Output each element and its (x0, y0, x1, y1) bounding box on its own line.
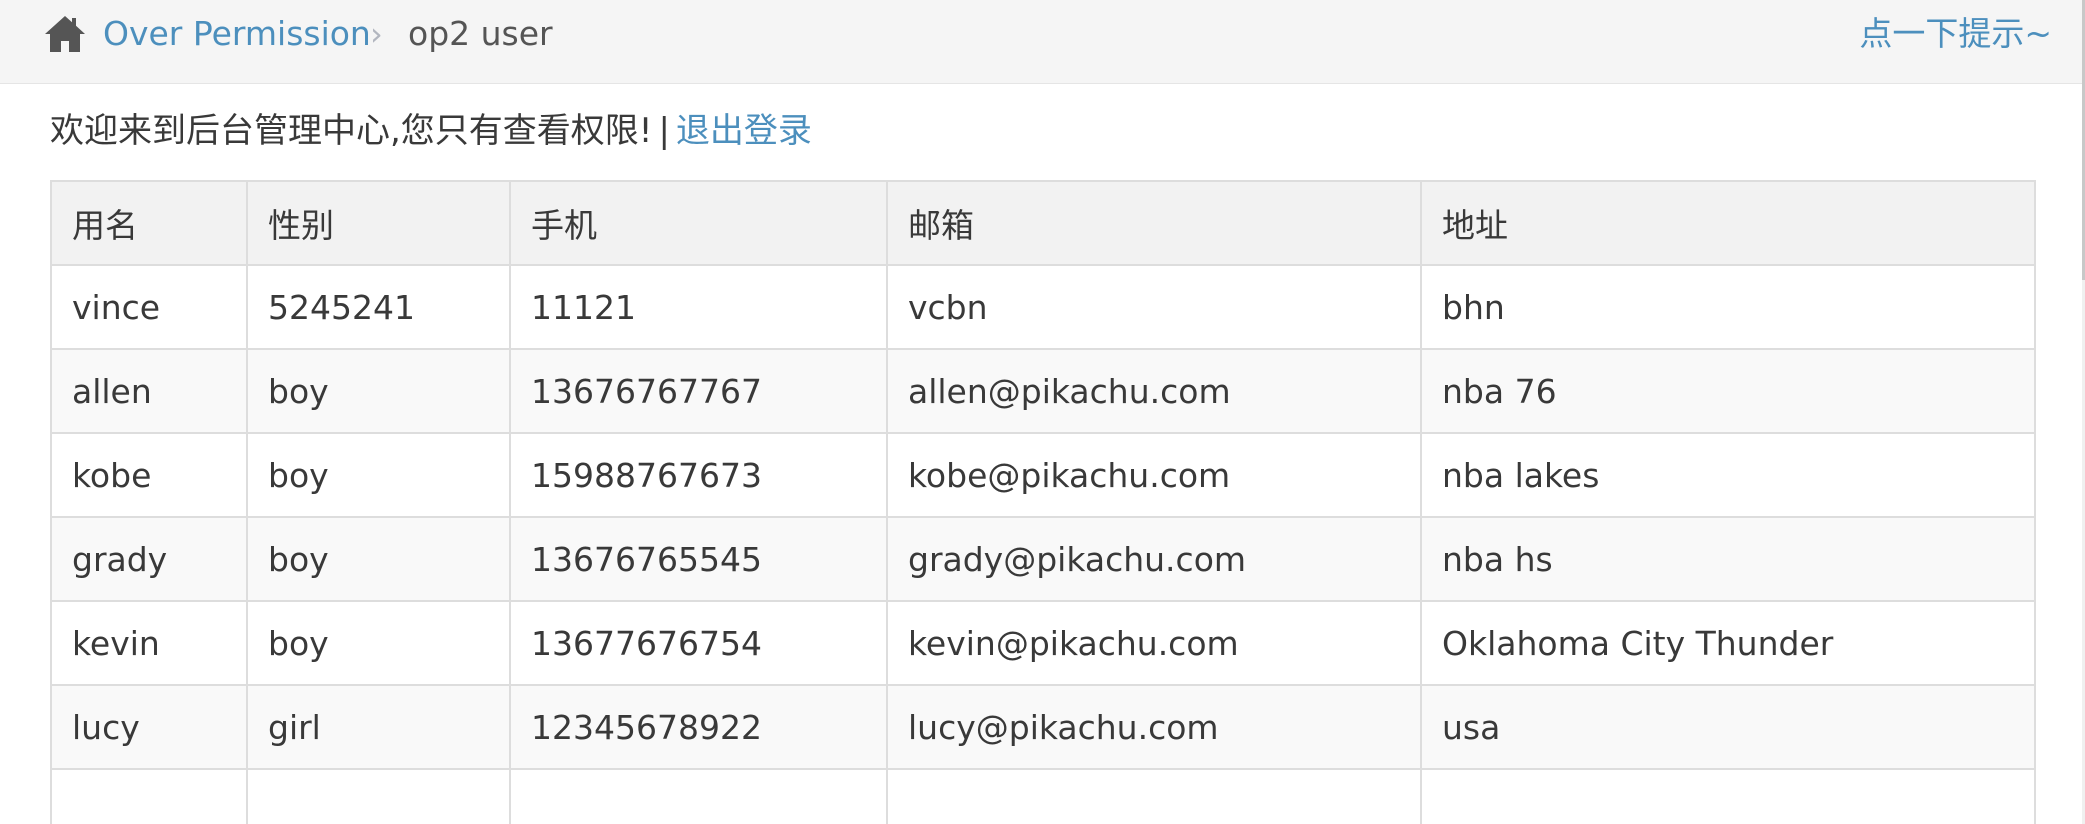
cell-gender: boy (246, 432, 511, 518)
home-icon[interactable] (43, 14, 87, 54)
welcome-separator: | (658, 111, 670, 151)
cell-username: vince (50, 264, 248, 350)
cell-phone: 13677676754 (509, 600, 888, 686)
cell-address: bhn (1420, 264, 2036, 350)
logout-link[interactable]: 退出登录 (676, 111, 812, 151)
cell-empty (50, 768, 248, 824)
cell-address: usa (1420, 684, 2036, 770)
cell-username: lucy (50, 684, 248, 770)
cell-username: kevin (50, 600, 248, 686)
user-table: 用名 性别 手机 邮箱 地址 vince 5245241 11121 vcbn … (50, 180, 2036, 824)
breadcrumb-current: op2 user (408, 14, 553, 53)
table-row: allen boy 13676767767 allen@pikachu.com … (50, 348, 2036, 434)
cell-gender: boy (246, 600, 511, 686)
cell-username: kobe (50, 432, 248, 518)
table-row: vince 5245241 11121 vcbn bhn (50, 264, 2036, 350)
cell-email: allen@pikachu.com (886, 348, 1422, 434)
cell-phone: 11121 (509, 264, 888, 350)
cell-gender: girl (246, 684, 511, 770)
cell-gender: boy (246, 516, 511, 602)
breadcrumb-separator: › (370, 15, 383, 53)
cell-empty (886, 768, 1422, 824)
cell-gender: 5245241 (246, 264, 511, 350)
cell-empty (246, 768, 511, 824)
header-gender: 性别 (246, 180, 511, 266)
cell-email: kobe@pikachu.com (886, 432, 1422, 518)
table-row: lucy girl 12345678922 lucy@pikachu.com u… (50, 684, 2036, 770)
table-row: grady boy 13676765545 grady@pikachu.com … (50, 516, 2036, 602)
cell-empty (509, 768, 888, 824)
header-username: 用名 (50, 180, 248, 266)
cell-email: kevin@pikachu.com (886, 600, 1422, 686)
welcome-text: 欢迎来到后台管理中心,您只有查看权限! (50, 111, 653, 151)
cell-empty (1420, 768, 2036, 824)
breadcrumb-bar: Over Permission › op2 user 点一下提示~ (0, 0, 2082, 84)
cell-phone: 12345678922 (509, 684, 888, 770)
cell-phone: 13676765545 (509, 516, 888, 602)
table-row (50, 768, 2036, 824)
cell-address: nba 76 (1420, 348, 2036, 434)
cell-gender: boy (246, 348, 511, 434)
table-header-row: 用名 性别 手机 邮箱 地址 (50, 180, 2036, 266)
cell-address: nba hs (1420, 516, 2036, 602)
header-address: 地址 (1420, 180, 2036, 266)
cell-address: nba lakes (1420, 432, 2036, 518)
cell-username: grady (50, 516, 248, 602)
cell-phone: 15988767673 (509, 432, 888, 518)
cell-address: Oklahoma City Thunder (1420, 600, 2036, 686)
table-row: kevin boy 13677676754 kevin@pikachu.com … (50, 600, 2036, 686)
welcome-line: 欢迎来到后台管理中心,您只有查看权限! | 退出登录 (50, 108, 812, 154)
cell-email: grady@pikachu.com (886, 516, 1422, 602)
hint-link[interactable]: 点一下提示~ (1859, 12, 2052, 56)
cell-phone: 13676767767 (509, 348, 888, 434)
header-email: 邮箱 (886, 180, 1422, 266)
cell-email: lucy@pikachu.com (886, 684, 1422, 770)
header-phone: 手机 (509, 180, 888, 266)
table-row: kobe boy 15988767673 kobe@pikachu.com nb… (50, 432, 2036, 518)
breadcrumb-section-link[interactable]: Over Permission (103, 12, 371, 56)
cell-email: vcbn (886, 264, 1422, 350)
cell-username: allen (50, 348, 248, 434)
page: Over Permission › op2 user 点一下提示~ 欢迎来到后台… (0, 0, 2085, 824)
